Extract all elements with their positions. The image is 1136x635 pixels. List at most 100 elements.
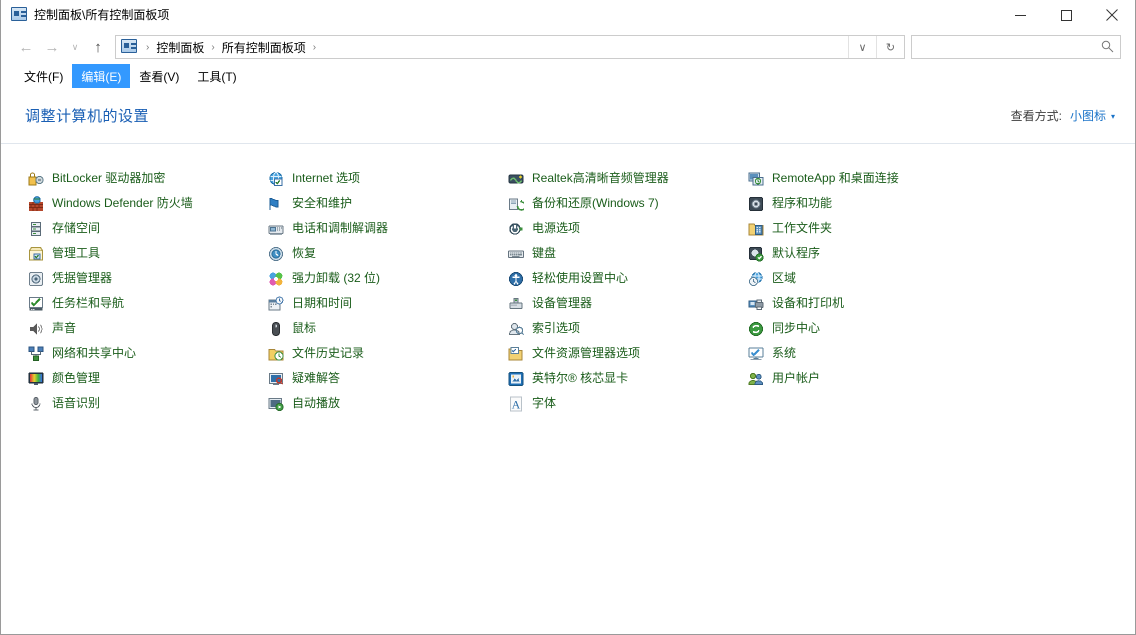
address-dropdown-icon[interactable]: ∨ [848,36,876,58]
default-programs-icon [747,245,764,262]
back-icon[interactable]: ← [13,34,39,60]
phone-modem-icon [267,220,284,237]
maximize-button[interactable] [1043,0,1089,30]
menu-tools[interactable]: 工具(T) [188,64,245,88]
control-panel-column: RemoteApp 和桌面连接程序和功能工作文件夹默认程序区域 设备和打印机同步中… [747,166,1135,416]
control-panel-item-label: Internet 选项 [292,171,361,185]
control-panel-item[interactable]: 用户帐户 [747,366,1135,391]
firewall-icon [27,195,44,212]
control-panel-item-label: 文件历史记录 [292,346,365,360]
control-panel-item[interactable]: 存储空间 [27,216,267,241]
navigation-toolbar: ← → ∨ ↑ › 控制面板 › 所有控制面板项 › ∨ ↻ [1,30,1135,64]
control-panel-column: Realtek高清晰音频管理器备份和还原(Windows 7) 电源选项 键盘轻松使… [507,166,747,416]
close-button[interactable] [1089,0,1135,30]
view-by-control: 查看方式: 小图标 ▾ [1011,107,1115,124]
control-panel-item[interactable]: 日期和时间 [267,291,507,316]
network-sharing-icon [27,345,44,362]
control-panel-item[interactable]: 任务栏和导航 [27,291,267,316]
ease-of-access-icon [507,270,524,287]
search-input[interactable] [912,40,1120,54]
breadcrumb-control-panel[interactable]: 控制面板 [154,39,206,56]
sync-center-icon [747,320,764,337]
sound-icon [27,320,44,337]
indexing-options-icon [507,320,524,337]
control-panel-item[interactable]: 工作文件夹 [747,216,1135,241]
autoplay-icon [267,395,284,412]
control-panel-item[interactable]: 键盘 [507,241,747,266]
control-panel-item[interactable]: 区域 [747,266,1135,291]
chevron-down-icon[interactable]: ▾ [1111,112,1115,121]
svg-text:A: A [511,397,520,411]
forward-icon[interactable]: → [39,34,65,60]
control-panel-item[interactable]: 自动播放 [267,391,507,416]
menu-view[interactable]: 查看(V) [130,64,188,88]
recovery-icon [267,245,284,262]
breadcrumb-all-items[interactable]: 所有控制面板项 [220,39,308,56]
control-panel-item[interactable]: 备份和还原(Windows 7) [507,191,747,216]
backup-restore-icon [507,195,524,212]
work-folders-icon [747,220,764,237]
search-box[interactable] [911,35,1121,59]
control-panel-item[interactable]: Realtek高清晰音频管理器 [507,166,747,191]
control-panel-item[interactable]: 凭据管理器 [27,266,267,291]
control-panel-item[interactable]: 轻松使用设置中心 [507,266,747,291]
intel-graphics-icon [507,370,524,387]
control-panel-item-label: 声音 [52,321,77,335]
menu-edit[interactable]: 编辑(E) [72,64,131,88]
control-panel-item[interactable]: A 字体 [507,391,747,416]
control-panel-item[interactable]: 同步中心 [747,316,1135,341]
control-panel-item[interactable]: 声音 [27,316,267,341]
window-controls [997,0,1135,30]
control-panel-item[interactable]: Windows Defender 防火墙 [27,191,267,216]
refresh-icon[interactable]: ↻ [876,36,904,58]
control-panel-item[interactable]: 文件历史记录 [267,341,507,366]
menu-file[interactable]: 文件(F) [15,64,72,88]
control-panel-item-label: 备份和还原(Windows 7) [532,196,659,210]
control-panel-item[interactable]: 电源选项 [507,216,747,241]
control-panel-item[interactable]: 程序和功能 [747,191,1135,216]
control-panel-item[interactable]: 安全和维护 [267,191,507,216]
control-panel-item[interactable]: BitLocker 驱动器加密 [27,166,267,191]
control-panel-item-label: 同步中心 [772,321,821,335]
search-icon [1101,40,1114,58]
control-panel-item[interactable]: 鼠标 [267,316,507,341]
address-bar[interactable]: › 控制面板 › 所有控制面板项 › ∨ ↻ [115,35,905,59]
control-panel-item[interactable]: 强力卸载 (32 位) [267,266,507,291]
control-panel-item-label: 文件资源管理器选项 [532,346,641,360]
control-panel-item[interactable]: 网络和共享中心 [27,341,267,366]
control-panel-item[interactable]: 语音识别 [27,391,267,416]
control-panel-item-label: 日期和时间 [292,296,353,310]
minimize-button[interactable] [997,0,1043,30]
control-panel-item[interactable]: 设备和打印机 [747,291,1135,316]
control-panel-item-label: 轻松使用设置中心 [532,271,629,285]
view-by-value[interactable]: 小图标 [1070,107,1106,124]
control-panel-item[interactable]: 恢复 [267,241,507,266]
control-panel-item-label: 默认程序 [772,246,821,260]
control-panel-item[interactable]: 设备管理器 [507,291,747,316]
view-by-label: 查看方式: [1010,109,1062,123]
control-panel-item[interactable]: 电话和调制解调器 [267,216,507,241]
control-panel-item[interactable]: 英特尔® 核芯显卡 [507,366,747,391]
user-accounts-icon [747,370,764,387]
address-control-panel-icon [121,39,137,55]
window-title: 控制面板\所有控制面板项 [34,8,170,22]
control-panel-item-label: 凭据管理器 [52,271,113,285]
control-panel-items-area: BitLocker 驱动器加密 Windows Defender 防火墙存储空间管… [1,144,1135,634]
control-panel-icon [11,7,27,23]
control-panel-item[interactable]: 管理工具 [27,241,267,266]
control-panel-item[interactable]: 文件资源管理器选项 [507,341,747,366]
control-panel-item[interactable]: 索引选项 [507,316,747,341]
control-panel-item[interactable]: Internet 选项 [267,166,507,191]
control-panel-item[interactable]: 疑难解答 [267,366,507,391]
recent-locations-icon[interactable]: ∨ [65,34,85,60]
control-panel-item[interactable]: 系统 [747,341,1135,366]
control-panel-item-label: 语音识别 [52,396,101,410]
breadcrumb-separator[interactable]: › [308,42,321,53]
control-panel-item[interactable]: 颜色管理 [27,366,267,391]
control-panel-item-label: Windows Defender 防火墙 [52,196,193,210]
control-panel-item[interactable]: RemoteApp 和桌面连接 [747,166,1135,191]
control-panel-item-label: 程序和功能 [772,196,833,210]
up-icon[interactable]: ↑ [85,34,111,60]
control-panel-item-label: 自动播放 [292,396,341,410]
control-panel-item[interactable]: 默认程序 [747,241,1135,266]
